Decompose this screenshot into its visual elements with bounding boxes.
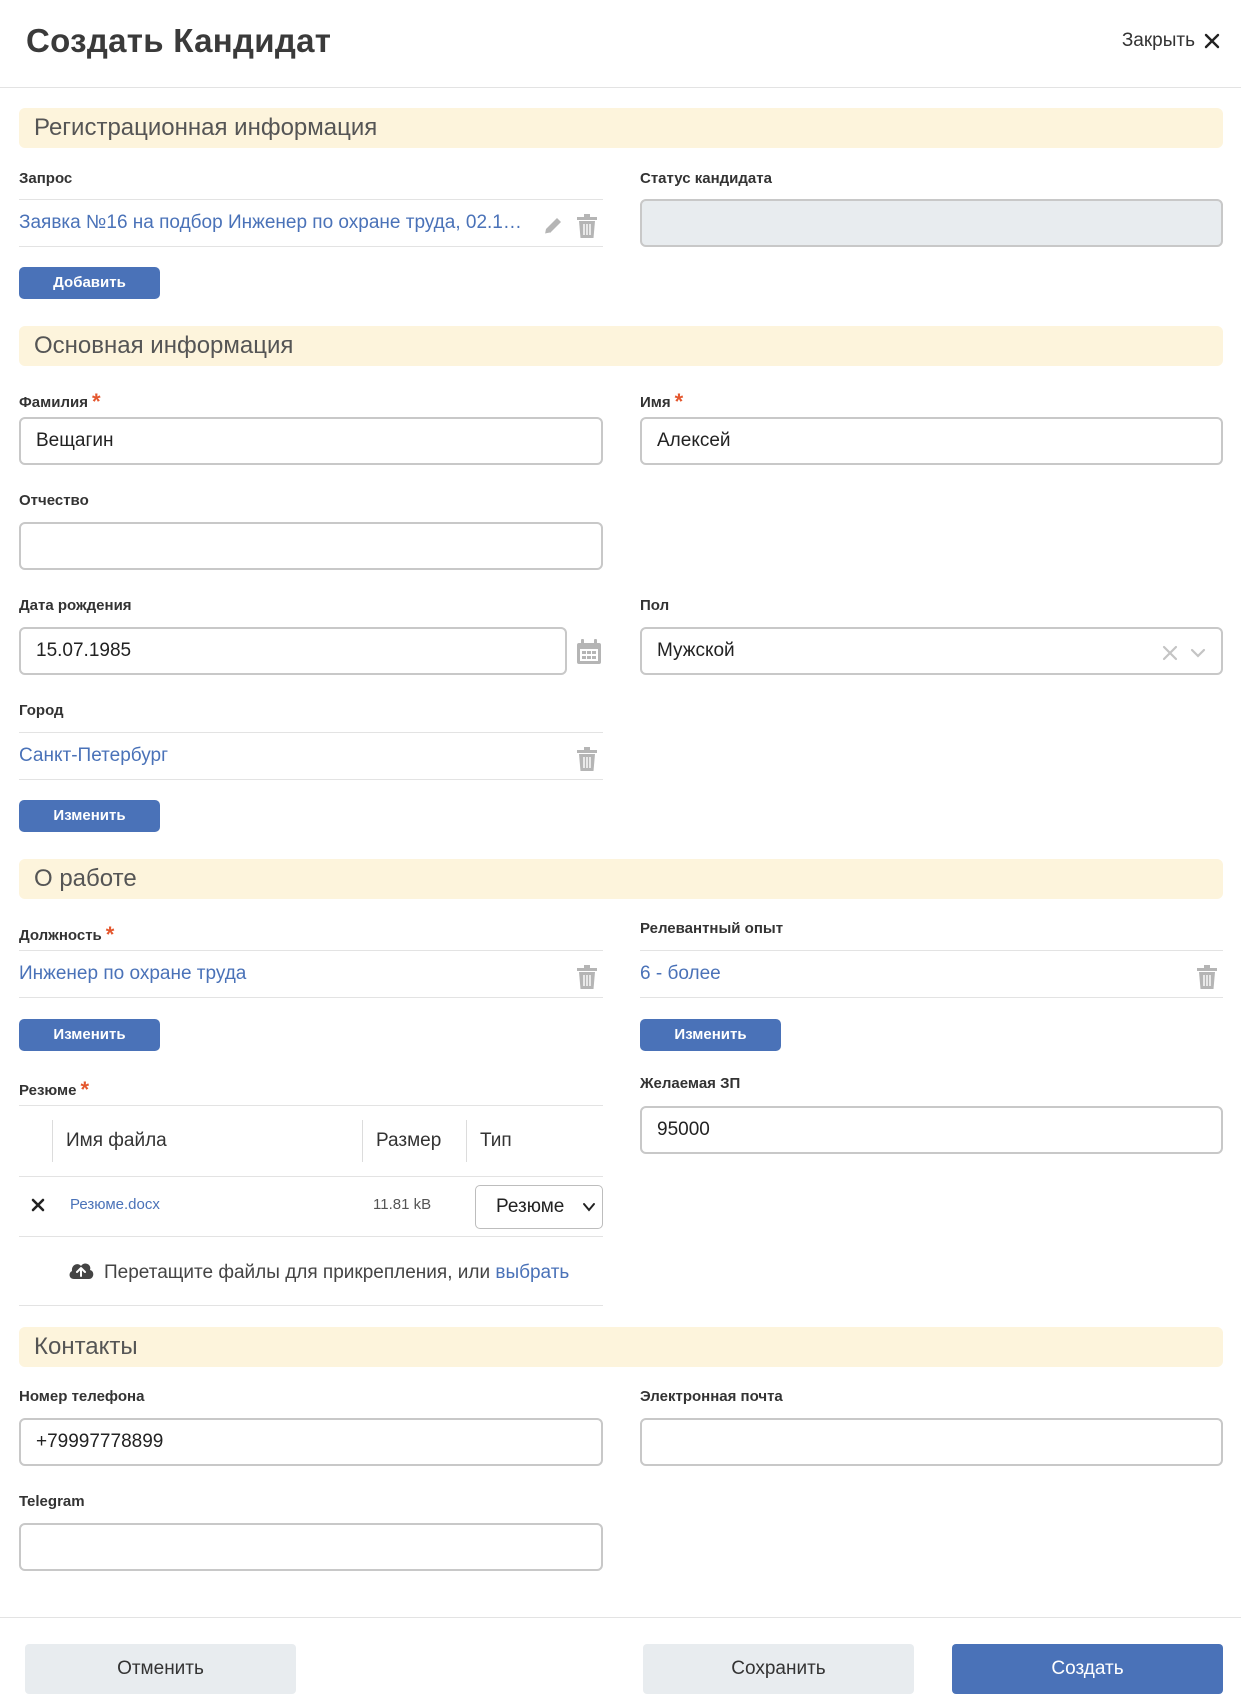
column-divider (52, 1120, 53, 1162)
calendar-icon[interactable] (575, 638, 603, 666)
experience-field: 6 - более (640, 950, 1223, 998)
required-mark: * (105, 922, 115, 947)
experience-link[interactable]: 6 - более (640, 951, 1223, 997)
cancel-button[interactable]: Отменить (25, 1644, 296, 1694)
required-mark: * (674, 389, 684, 414)
save-button[interactable]: Сохранить (643, 1644, 914, 1694)
city-field: Санкт-Петербург (19, 732, 603, 780)
candidate-status-field (640, 199, 1223, 247)
section-registration-title: Регистрационная информация (19, 108, 1223, 148)
delete-request-button[interactable] (575, 211, 599, 238)
birth-date-label: Дата рождения (19, 597, 132, 614)
position-link[interactable]: Инженер по охране труда (19, 951, 603, 997)
chevron-down-icon[interactable] (1189, 644, 1207, 662)
file-size: 11.81 kB (373, 1196, 432, 1213)
required-mark: * (80, 1077, 90, 1102)
birth-date-input[interactable]: 15.07.1985 (19, 627, 567, 675)
trash-icon (577, 747, 597, 771)
position-field: Инженер по охране труда (19, 950, 603, 998)
trash-icon (577, 214, 597, 238)
file-type-value: Резюме (496, 1196, 565, 1217)
salary-label: Желаемая ЗП (640, 1075, 741, 1092)
clear-icon[interactable] (1161, 644, 1179, 662)
request-field: Заявка №16 на подбор Инженер по охране т… (19, 199, 603, 247)
section-basic-title: Основная информация (19, 326, 1223, 366)
trash-icon (1197, 965, 1217, 989)
city-label: Город (19, 702, 64, 719)
close-label: Закрыть (1121, 30, 1195, 51)
column-header-filename: Имя файла (66, 1130, 167, 1151)
gender-value: Мужской (657, 640, 735, 661)
pencil-icon (544, 218, 561, 235)
change-position-button[interactable]: Изменить (19, 1019, 160, 1051)
files-table-header: Имя файла Размер Тип (19, 1105, 603, 1177)
first-name-input[interactable]: Алексей (640, 417, 1223, 465)
file-type-select[interactable]: Резюме (475, 1185, 603, 1229)
column-divider (362, 1120, 363, 1162)
last-name-label-text: Фамилия (19, 394, 88, 411)
remove-file-icon[interactable] (31, 1198, 45, 1212)
delete-city-button[interactable] (575, 744, 599, 771)
close-button[interactable]: Закрыть (1122, 30, 1221, 52)
last-name-input[interactable]: Вещагин (19, 417, 603, 465)
middle-name-label: Отчество (19, 492, 89, 509)
delete-position-button[interactable] (575, 962, 599, 989)
city-link[interactable]: Санкт-Петербург (19, 733, 603, 779)
choose-files-link[interactable]: выбрать (495, 1262, 569, 1283)
change-experience-button[interactable]: Изменить (640, 1019, 781, 1051)
dropzone-text: Перетащите файлы для прикрепления, или в… (104, 1262, 569, 1284)
dialog-header: Создать Кандидат Закрыть (0, 0, 1241, 88)
dialog-footer: Отменить Сохранить Создать (0, 1617, 1241, 1706)
telegram-input[interactable] (19, 1523, 603, 1571)
file-dropzone[interactable]: Перетащите файлы для прикрепления, или в… (19, 1238, 603, 1306)
dropzone-message: Перетащите файлы для прикрепления, или (104, 1262, 491, 1283)
salary-input[interactable]: 95000 (640, 1106, 1223, 1154)
delete-experience-button[interactable] (1195, 962, 1219, 989)
close-icon (1204, 33, 1220, 49)
cloud-upload-icon (69, 1263, 94, 1279)
phone-input[interactable]: +79997778899 (19, 1418, 603, 1466)
table-row: Резюме.docx 11.81 kB Резюме (19, 1177, 603, 1237)
file-name-link[interactable]: Резюме.docx (70, 1177, 160, 1233)
section-contacts-title: Контакты (19, 1327, 1223, 1367)
add-request-button[interactable]: Добавить (19, 267, 160, 299)
create-button[interactable]: Создать (952, 1644, 1223, 1694)
chevron-down-icon (582, 1200, 596, 1214)
gender-select[interactable]: Мужской (640, 627, 1223, 675)
required-mark: * (91, 389, 101, 414)
edit-request-button[interactable] (541, 211, 565, 237)
email-label: Электронная почта (640, 1388, 783, 1405)
email-input[interactable] (640, 1418, 1223, 1466)
column-header-type: Тип (480, 1130, 512, 1151)
request-link[interactable]: Заявка №16 на подбор Инженер по охране т… (19, 200, 603, 246)
middle-name-input[interactable] (19, 522, 603, 570)
resume-label: Резюме * (19, 1075, 90, 1102)
resume-label-text: Резюме (19, 1082, 77, 1099)
gender-label: Пол (640, 597, 670, 614)
last-name-label: Фамилия * (19, 387, 101, 414)
change-city-button[interactable]: Изменить (19, 800, 160, 832)
experience-label: Релевантный опыт (640, 920, 784, 937)
position-label-text: Должность (19, 927, 102, 944)
phone-label: Номер телефона (19, 1388, 145, 1405)
first-name-label-text: Имя (640, 394, 671, 411)
position-label: Должность * (19, 920, 115, 947)
first-name-label: Имя * (640, 387, 684, 414)
page-title: Создать Кандидат (26, 22, 332, 59)
request-label: Запрос (19, 170, 73, 187)
candidate-status-label: Статус кандидата (640, 170, 772, 187)
column-header-size: Размер (376, 1130, 442, 1151)
section-work-title: О работе (19, 859, 1223, 899)
trash-icon (577, 965, 597, 989)
column-divider (466, 1120, 467, 1162)
telegram-label: Telegram (19, 1493, 85, 1510)
